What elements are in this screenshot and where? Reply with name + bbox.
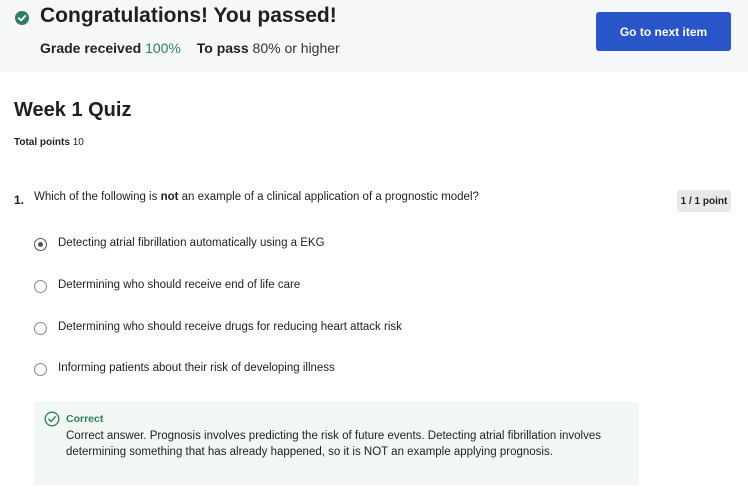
grade-received-label: Grade received [40, 40, 142, 56]
answer-option-label: Determining who should receive drugs for… [58, 321, 402, 333]
answer-option[interactable]: Determining who should receive end of li… [34, 279, 334, 297]
answer-option[interactable]: Informing patients about their risk of d… [34, 362, 364, 380]
question-number: 1. [14, 193, 25, 207]
to-pass-value: 80% or higher [252, 40, 340, 56]
points-badge: 1 / 1 point [677, 190, 731, 212]
to-pass-label: To pass [196, 40, 249, 56]
answer-option[interactable]: Determining who should receive drugs for… [34, 321, 434, 339]
total-points: Total points 10 [14, 137, 84, 148]
question-text-emphasis: not [160, 191, 179, 203]
check-circle-outline-icon [44, 411, 60, 427]
total-points-label: Total points [14, 137, 70, 148]
question-text-start: Which of the following is [34, 191, 161, 203]
answer-option[interactable]: Detecting atrial fibrillation automatica… [34, 237, 354, 255]
go-to-next-item-button[interactable]: Go to next item [596, 12, 731, 51]
answer-option-label: Informing patients about their risk of d… [58, 362, 335, 374]
answer-option-label: Detecting atrial fibrillation automatica… [58, 237, 325, 249]
feedback-text: Correct answer. Prognosis involves predi… [66, 430, 601, 458]
question-text: Which of the following is not an example… [34, 191, 479, 203]
radio-button[interactable] [34, 280, 47, 293]
feedback-title: Correct [66, 413, 104, 425]
answer-feedback: Correct Correct answer. Prognosis involv… [34, 402, 639, 485]
pass-message: Congratulations! You passed! [40, 4, 337, 27]
radio-button[interactable] [34, 363, 47, 376]
grade-received-value: 100% [145, 40, 181, 56]
question-text-end: an example of a clinical application of … [178, 191, 479, 203]
grade-summary: Grade received 100% To pass 80% or highe… [40, 40, 340, 56]
check-circle-icon [15, 11, 29, 25]
radio-button-selected[interactable] [34, 238, 47, 251]
radio-button[interactable] [34, 322, 47, 335]
answer-option-label: Determining who should receive end of li… [58, 279, 301, 291]
result-banner: Congratulations! You passed! Grade recei… [0, 0, 748, 72]
page-title: Week 1 Quiz [14, 99, 132, 121]
total-points-value: 10 [72, 137, 84, 148]
